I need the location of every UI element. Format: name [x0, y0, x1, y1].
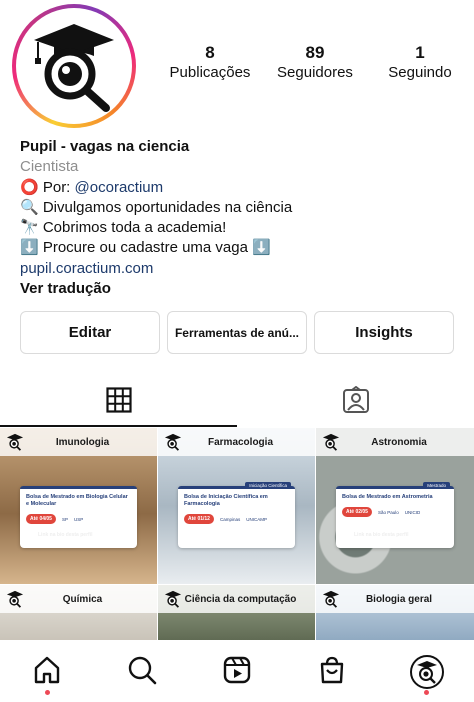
- pupil-logo-icon: [322, 433, 340, 451]
- nav-shop[interactable]: [312, 655, 352, 699]
- institution-text: UNICID: [404, 509, 421, 515]
- institution-text: UNICAMP: [246, 516, 267, 522]
- bottom-navigation: [0, 640, 474, 702]
- job-level-tag: Mestrado: [423, 482, 450, 489]
- nav-profile[interactable]: [407, 655, 447, 699]
- pupil-logo-icon: [6, 433, 24, 451]
- post-tile[interactable]: Química: [0, 585, 157, 640]
- post-title-bar: Química: [0, 585, 157, 613]
- profile-category: Cientista: [20, 158, 79, 176]
- post-title: Farmacologia: [207, 436, 274, 448]
- insights-button[interactable]: Insights: [314, 311, 454, 354]
- tab-posts-grid[interactable]: [0, 372, 237, 427]
- profile-stats: 8 Publicações 89 Seguidores 1 Seguindo: [160, 43, 470, 83]
- deadline-badge: Até 04/05: [26, 514, 56, 524]
- pupil-logo-icon: [322, 590, 340, 608]
- tagged-person-icon: [342, 385, 369, 413]
- nav-home[interactable]: [27, 655, 67, 699]
- post-title-bar: Ciência da computação: [158, 585, 315, 613]
- link-in-bio-text: Link na bio desta perfil: [354, 532, 409, 538]
- pupil-logo-icon: [6, 590, 24, 608]
- bio-author-prefix: ⭕ Por:: [20, 178, 75, 196]
- pupil-logo-icon: [164, 590, 182, 608]
- stat-posts-value: 8: [205, 43, 215, 62]
- home-icon: [35, 656, 60, 684]
- job-card-title: Bolsa de Mestrado em Biologia Celular e …: [26, 494, 128, 507]
- post-title: Ciência da computação: [184, 593, 297, 605]
- job-card: Bolsa de Mestrado em Biologia Celular e …: [20, 486, 137, 548]
- shop-icon: [320, 656, 343, 684]
- profile-bio: Pupil - vagas na ciencia Cientista ⭕ Por…: [20, 137, 460, 299]
- see-translation-link[interactable]: Ver tradução: [20, 279, 460, 299]
- post-tile[interactable]: Farmacologia Iniciação Científica Bolsa …: [158, 428, 315, 584]
- profile-header: 8 Publicações 89 Seguidores 1 Seguindo: [0, 0, 474, 135]
- stat-following-label: Seguindo: [388, 64, 452, 81]
- job-card-meta: Até 04/05 SP USP: [26, 514, 131, 524]
- stat-following-value: 1: [415, 43, 425, 62]
- location-text: São Paulo: [377, 509, 399, 515]
- profile-name: Pupil - vagas na ciencia: [20, 138, 190, 155]
- stat-followers[interactable]: 89 Seguidores: [265, 43, 365, 83]
- bio-line-2: 🔍 Divulgamos oportunidades na ciência: [20, 198, 293, 216]
- post-tile[interactable]: Astronomia Mestrado Bolsa de Mestrado em…: [316, 428, 474, 584]
- link-in-bio-text: Link na bio desta perfil: [38, 532, 93, 538]
- stat-followers-label: Seguidores: [277, 64, 353, 81]
- job-card-title: Bolsa de Iniciação Científica em Farmaco…: [184, 494, 268, 507]
- location-text: Campinas: [219, 516, 241, 522]
- reels-icon: [223, 656, 251, 684]
- job-card: Mestrado Bolsa de Mestrado em Astrometri…: [336, 482, 454, 548]
- job-card-meta: Até 01/12 Campinas UNICAMP: [184, 514, 289, 524]
- post-title-bar: Imunologia: [0, 428, 157, 456]
- deadline-badge: Até 01/12: [184, 514, 214, 524]
- post-tile[interactable]: Imunologia Bolsa de Mestrado em Biologia…: [0, 428, 157, 584]
- job-card-title: Bolsa de Mestrado em Astrometria: [342, 494, 433, 500]
- stat-following[interactable]: 1 Seguindo: [370, 43, 470, 83]
- grid-icon: [105, 386, 132, 413]
- posts-grid: Imunologia Bolsa de Mestrado em Biologia…: [0, 428, 474, 640]
- job-level-tag: Iniciação Científica: [245, 482, 291, 489]
- bio-line-3: 🔭 Cobrimos toda a academia!: [20, 219, 227, 237]
- stat-posts-label: Publicações: [169, 64, 251, 81]
- institution-text: USP: [73, 516, 84, 522]
- job-card-meta: Até 02/05 São Paulo UNICID: [342, 507, 448, 517]
- post-tile[interactable]: Ciência da computação: [158, 585, 315, 640]
- pupil-logo-icon: [16, 8, 132, 124]
- post-title-bar: Astronomia: [316, 428, 474, 456]
- post-title-bar: Farmacologia: [158, 428, 315, 456]
- post-title-bar: Biologia geral: [316, 585, 474, 613]
- job-card-header: [20, 486, 137, 489]
- location-text: SP: [61, 516, 68, 522]
- post-title: Biologia geral: [365, 593, 433, 605]
- avatar[interactable]: [12, 4, 136, 128]
- edit-profile-button[interactable]: Editar: [20, 311, 160, 354]
- profile-tabs: [0, 372, 474, 427]
- post-title: Astronomia: [371, 436, 427, 448]
- notification-dot: [424, 690, 430, 695]
- tab-tagged[interactable]: [237, 372, 474, 427]
- pupil-logo-icon: [164, 433, 182, 451]
- profile-icon: [409, 655, 444, 689]
- bio-website-link[interactable]: pupil.coractium.com: [20, 259, 460, 279]
- post-title: Imunologia: [55, 436, 110, 448]
- stat-followers-value: 89: [305, 43, 325, 62]
- bio-mention-link[interactable]: @ocoractium: [75, 179, 164, 196]
- stat-posts[interactable]: 8 Publicações: [160, 43, 260, 83]
- bio-line-4: ⬇️ Procure ou cadastre uma vaga ⬇️: [20, 239, 271, 257]
- notification-dot: [44, 690, 50, 695]
- nav-search[interactable]: [122, 655, 162, 699]
- bio-line-author: ⭕ Por: @ocoractium: [20, 178, 460, 198]
- post-title: Química: [62, 593, 103, 605]
- post-tile[interactable]: Biologia geral: [316, 585, 474, 640]
- ad-tools-button[interactable]: Ferramentas de anú...: [167, 311, 307, 354]
- job-card: Iniciação Científica Bolsa de Iniciação …: [178, 482, 295, 548]
- deadline-badge: Até 02/05: [342, 507, 372, 517]
- search-icon: [128, 656, 157, 685]
- profile-actions: Editar Ferramentas de anú... Insights: [20, 311, 454, 354]
- nav-reels[interactable]: [217, 655, 257, 699]
